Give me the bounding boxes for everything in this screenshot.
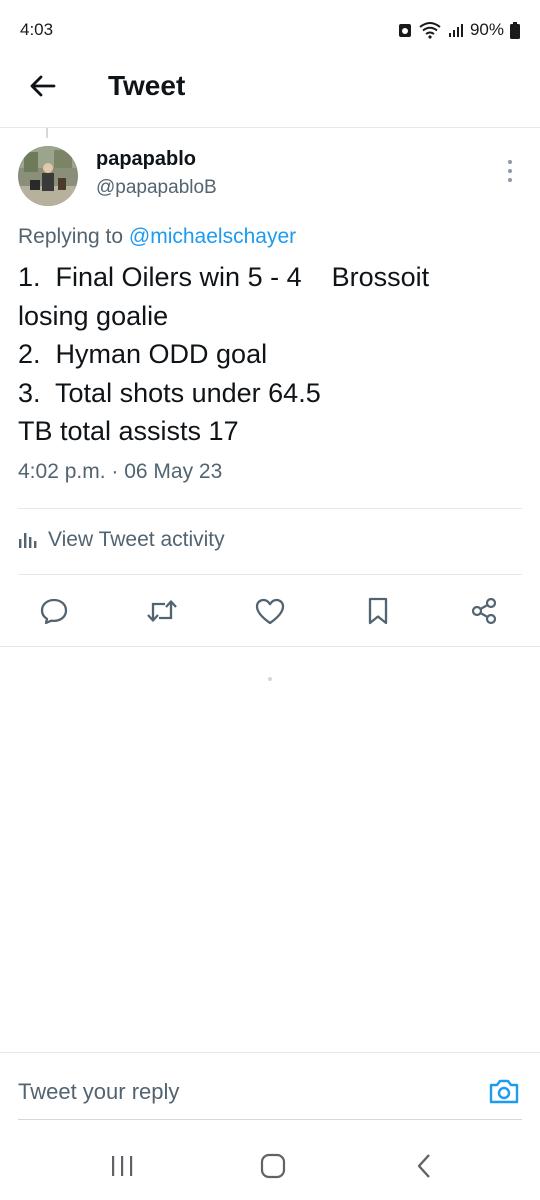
mention-link[interactable]: @michaelschayer: [129, 225, 296, 248]
reply-button[interactable]: [36, 594, 72, 628]
divider: [0, 646, 540, 647]
bookmark-button[interactable]: [360, 594, 396, 628]
heart-icon: [255, 598, 285, 625]
more-dot: [508, 160, 512, 164]
share-button[interactable]: [466, 594, 502, 628]
wifi-icon: [419, 22, 441, 39]
nav-back-button[interactable]: [402, 1148, 446, 1184]
recent-apps-button[interactable]: [100, 1148, 144, 1184]
home-icon: [260, 1153, 286, 1179]
replying-prefix: Replying to: [18, 225, 129, 248]
bookmark-icon: [368, 597, 388, 625]
back-button[interactable]: [24, 68, 60, 104]
tweet-text-line: 1. Final Oilers win 5 - 4 Brossoit: [18, 262, 430, 292]
tweet-text-line: losing goalie: [18, 300, 169, 331]
divider: [18, 508, 522, 509]
user-handle[interactable]: @papapabloB: [96, 177, 217, 199]
tweet-text-line: TB total assists 17: [18, 416, 239, 446]
signal-icon: [448, 24, 463, 37]
reply-icon: [40, 598, 68, 625]
status-icons: 90%: [398, 20, 520, 40]
retweet-button[interactable]: [144, 594, 180, 628]
arrow-left-icon: [30, 75, 56, 97]
camera-button[interactable]: [486, 1074, 522, 1108]
reply-bar-divider: [0, 1052, 540, 1053]
share-icon: [471, 597, 497, 625]
bar-chart-icon: [19, 533, 37, 548]
notification-icon: [398, 24, 411, 37]
avatar-photo: [18, 146, 78, 206]
tweet-text-line: 3. Total shots under 64.5: [18, 377, 321, 408]
tweet-timestamp[interactable]: 4:02 p.m. · 06 May 23: [18, 460, 222, 484]
recent-apps-icon: [112, 1156, 133, 1176]
more-options-button[interactable]: [498, 158, 522, 184]
status-time: 4:03: [20, 20, 54, 39]
thread-connector: [46, 128, 48, 138]
retweet-icon: [147, 600, 177, 622]
reply-input-underline: [18, 1119, 522, 1120]
loading-indicator: [268, 677, 272, 681]
more-dot: [508, 178, 512, 182]
display-name[interactable]: papapablo: [96, 148, 196, 171]
battery-icon: [510, 21, 520, 39]
view-activity-label: View Tweet activity: [48, 528, 225, 551]
battery-percent: 90%: [469, 20, 504, 39]
tweet-text-line: 2. Hyman ODD goal: [18, 339, 268, 369]
header-divider: [0, 127, 540, 128]
chevron-left-icon: [417, 1154, 430, 1178]
home-button[interactable]: [251, 1148, 295, 1184]
more-dot: [508, 169, 512, 173]
reply-input[interactable]: [18, 1073, 458, 1111]
camera-icon: [489, 1079, 519, 1104]
divider: [18, 574, 522, 575]
tweet-text: 1. Final Oilers win 5 - 4 Brossoit losin…: [18, 258, 523, 451]
view-activity-link[interactable]: View Tweet activity: [18, 528, 225, 552]
page-title: Tweet: [108, 70, 186, 101]
avatar[interactable]: [18, 146, 78, 206]
replying-to: Replying to @michaelschayer: [18, 225, 296, 249]
like-button[interactable]: [252, 594, 288, 628]
